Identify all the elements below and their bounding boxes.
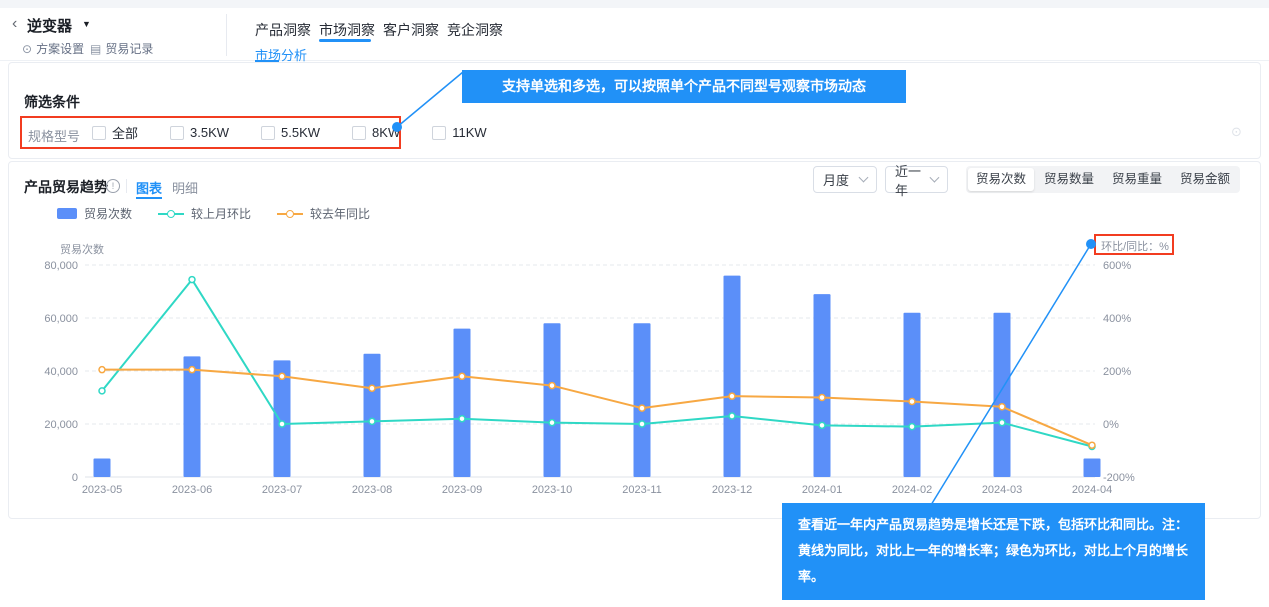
view-tab-underline	[136, 197, 162, 199]
view-tab-detail[interactable]: 明细	[172, 178, 198, 197]
metric-trade-quantity-button[interactable]: 贸易数量	[1036, 168, 1102, 191]
annotation-tooltip-chart: 查看近一年内产品贸易趋势是增长还是下跌，包括环比和同比。注：黄线为同比，对比上一…	[782, 503, 1205, 600]
svg-text:40,000: 40,000	[44, 366, 78, 378]
chevron-down-icon[interactable]: ▼	[82, 19, 91, 29]
page-title[interactable]: 逆变器	[27, 15, 72, 36]
back-icon[interactable]: ‹	[12, 15, 17, 33]
view-tab-divider	[126, 179, 127, 193]
svg-text:0%: 0%	[1103, 419, 1119, 431]
trend-chart: 80,000 600% 60,000 400% 40,000 200% 20,000 0% 0 -…	[0, 230, 1269, 508]
svg-text:80,000: 80,000	[44, 260, 78, 272]
annotation-box-axis	[1094, 234, 1174, 255]
svg-text:-200%: -200%	[1103, 472, 1135, 484]
svg-text:2024-02: 2024-02	[892, 484, 932, 496]
target-icon: ⊙	[22, 42, 32, 56]
checkbox-11kw[interactable]: 11KW	[432, 123, 486, 142]
chart-title: 产品贸易趋势	[24, 177, 108, 197]
svg-text:2023-10: 2023-10	[532, 484, 572, 496]
period-select-value: 月度	[823, 170, 849, 189]
tab-product-insight[interactable]: 产品洞察	[255, 20, 311, 40]
svg-text:2023-05: 2023-05	[82, 484, 122, 496]
trade-records-label: 贸易记录	[105, 40, 153, 57]
header: ‹ 逆变器 ▼ ⊙ 方案设置 ▤ 贸易记录 产品洞察 市场洞察 客户洞察 竞企洞…	[0, 8, 1269, 60]
svg-text:600%: 600%	[1103, 260, 1131, 272]
tab-customer-insight[interactable]: 客户洞察	[383, 20, 439, 40]
legend-label: 较去年同比	[310, 205, 370, 222]
legend-yoy[interactable]: 较去年同比	[277, 205, 370, 222]
annotation-box-filter	[20, 116, 401, 149]
metric-trade-weight-button[interactable]: 贸易重量	[1104, 168, 1170, 191]
info-icon[interactable]: !	[106, 179, 120, 193]
tab-competitor-insight[interactable]: 竞企洞察	[447, 20, 503, 40]
svg-text:2023-11: 2023-11	[622, 484, 662, 496]
legend-trade-count[interactable]: 贸易次数	[57, 205, 132, 222]
checkbox-icon[interactable]	[432, 126, 446, 140]
checkbox-label: 11KW	[452, 125, 486, 140]
svg-text:2023-08: 2023-08	[352, 484, 392, 496]
period-select[interactable]: 月度	[813, 166, 877, 193]
metric-trade-amount-button[interactable]: 贸易金额	[1172, 168, 1238, 191]
svg-text:60,000: 60,000	[44, 313, 78, 325]
annotation-tooltip-filter: 支持单选和多选，可以按照单个产品不同型号观察市场动态	[462, 70, 906, 103]
svg-text:2023-09: 2023-09	[442, 484, 482, 496]
chart-legend: 贸易次数 较上月环比 较去年同比	[57, 205, 370, 222]
trade-records-link[interactable]: ▤ 贸易记录	[90, 40, 153, 57]
plan-settings-link[interactable]: ⊙ 方案设置	[22, 40, 84, 57]
legend-mom[interactable]: 较上月环比	[158, 205, 251, 222]
range-select-value: 近一年	[895, 161, 931, 199]
metric-button-group: 贸易次数 贸易数量 贸易重量 贸易金额	[966, 166, 1240, 193]
svg-text:400%: 400%	[1103, 313, 1131, 325]
svg-text:20,000: 20,000	[44, 419, 78, 431]
line-marker-icon	[277, 213, 303, 215]
bar-swatch-icon	[57, 208, 77, 219]
legend-label: 较上月环比	[191, 205, 251, 222]
svg-text:2023-07: 2023-07	[262, 484, 302, 496]
active-tab-underline	[319, 39, 371, 42]
plan-settings-label: 方案设置	[36, 40, 84, 57]
filter-settings-icon[interactable]: ⊙	[1231, 124, 1242, 140]
tab-market-insight[interactable]: 市场洞察	[319, 20, 375, 40]
svg-text:2024-04: 2024-04	[1072, 484, 1112, 496]
legend-label: 贸易次数	[84, 205, 132, 222]
view-tab-chart[interactable]: 图表	[136, 178, 162, 197]
svg-text:2024-03: 2024-03	[982, 484, 1022, 496]
page-top-strip	[0, 0, 1269, 8]
document-icon: ▤	[90, 42, 101, 56]
chevron-down-icon	[859, 173, 869, 183]
header-divider	[226, 14, 227, 56]
metric-trade-count-button[interactable]: 贸易次数	[968, 168, 1034, 191]
svg-text:2023-06: 2023-06	[172, 484, 212, 496]
svg-text:0: 0	[72, 472, 78, 484]
header-separator	[0, 60, 1269, 61]
svg-text:2023-12: 2023-12	[712, 484, 752, 496]
line-marker-icon	[158, 213, 184, 215]
svg-text:200%: 200%	[1103, 366, 1131, 378]
svg-text:2024-01: 2024-01	[802, 484, 842, 496]
filter-title: 筛选条件	[24, 92, 80, 112]
range-select[interactable]: 近一年	[885, 166, 948, 193]
